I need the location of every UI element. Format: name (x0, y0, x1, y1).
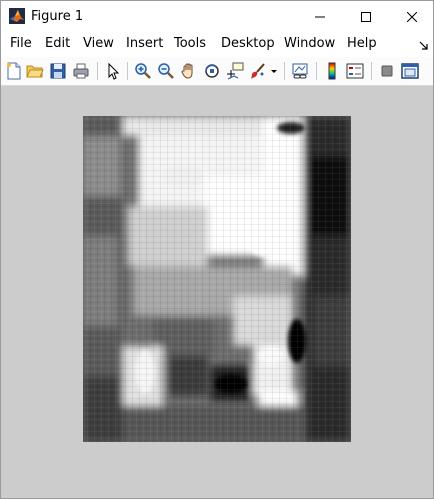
data-cursor-icon (227, 62, 244, 80)
insert-colorbar-icon (328, 62, 336, 80)
edit-plot-button[interactable] (104, 62, 122, 80)
dock-arrow-icon[interactable] (419, 41, 429, 51)
insert-legend-button[interactable] (346, 62, 364, 80)
zoom-in-icon (135, 63, 151, 79)
zoom-out-icon (158, 63, 174, 79)
toolbar-separator (316, 62, 317, 80)
insert-legend-icon (346, 63, 364, 79)
brush-icon (251, 63, 265, 79)
menu-help[interactable]: Help (347, 36, 377, 52)
pan-button[interactable] (180, 62, 198, 80)
save-button[interactable] (49, 62, 67, 80)
figure-toolbar (1, 57, 433, 86)
hide-plot-tools-icon (381, 65, 393, 77)
hide-plot-tools-button[interactable] (378, 62, 396, 80)
close-button[interactable] (389, 1, 434, 32)
menu-view[interactable]: View (83, 36, 114, 52)
brush-dropdown-button[interactable] (269, 62, 279, 80)
edit-plot-arrow-icon (108, 62, 120, 80)
link-plot-button[interactable] (291, 62, 309, 80)
open-file-icon (26, 65, 44, 78)
rotate-3d-icon (205, 64, 219, 78)
print-icon (73, 63, 89, 79)
minimize-icon (315, 16, 325, 17)
show-plot-tools-icon (401, 63, 419, 79)
menu-insert[interactable]: Insert (126, 36, 163, 52)
new-figure-button[interactable] (5, 62, 23, 80)
matlab-logo-icon (9, 8, 25, 24)
toolbar-separator (97, 62, 98, 80)
menu-file[interactable]: File (10, 36, 32, 52)
image-axes[interactable] (83, 116, 351, 442)
close-icon (407, 11, 417, 22)
menu-window[interactable]: Window (284, 36, 335, 52)
insert-colorbar-button[interactable] (323, 62, 341, 80)
brush-dropdown-icon (271, 70, 277, 73)
link-plot-icon (292, 63, 308, 79)
rotate-3d-button[interactable] (203, 62, 221, 80)
toolbar-separator (371, 62, 372, 80)
data-cursor-button[interactable] (226, 62, 244, 80)
minimize-button[interactable] (297, 1, 343, 32)
zoom-in-button[interactable] (134, 62, 152, 80)
print-button[interactable] (72, 62, 90, 80)
open-file-button[interactable] (26, 62, 44, 80)
pan-hand-icon (181, 63, 193, 79)
maximize-button[interactable] (343, 1, 389, 32)
brush-button[interactable] (249, 62, 267, 80)
toolbar-separator (284, 62, 285, 80)
menu-bar: File Edit View Insert Tools Desktop Wind… (1, 32, 433, 56)
menu-desktop[interactable]: Desktop (221, 36, 275, 52)
new-figure-icon (7, 62, 21, 80)
show-plot-tools-button[interactable] (401, 62, 419, 80)
window-title: Figure 1 (31, 9, 84, 24)
toolbar-separator (127, 62, 128, 80)
zoom-out-button[interactable] (157, 62, 175, 80)
save-icon (50, 63, 66, 79)
title-bar[interactable]: Figure 1 (1, 1, 433, 32)
menu-tools[interactable]: Tools (174, 36, 206, 52)
menu-edit[interactable]: Edit (45, 36, 70, 52)
maximize-icon (361, 11, 371, 22)
